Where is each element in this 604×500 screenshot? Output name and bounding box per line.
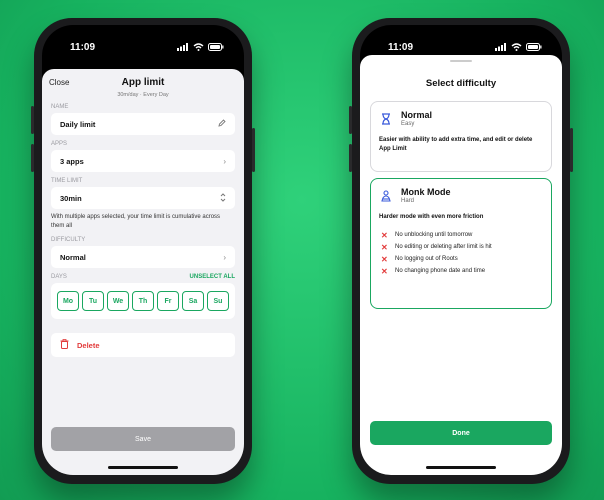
time-limit-value: 30min xyxy=(60,193,82,203)
monk-icon xyxy=(379,189,393,203)
time-limit-field[interactable]: 30min xyxy=(51,187,235,209)
name-label: NAME xyxy=(51,104,69,110)
delete-button[interactable]: Delete xyxy=(51,333,235,357)
day-toggle-su[interactable]: Su xyxy=(207,291,229,311)
home-indicator xyxy=(108,466,178,469)
rule-item: ✕ No changing phone date and time xyxy=(381,266,486,276)
days-picker: Mo Tu We Th Fr Sa Su xyxy=(51,283,235,319)
home-indicator xyxy=(426,466,496,469)
option-description: Easier with ability to add extra time, a… xyxy=(379,137,533,152)
time-limit-label: TIME LIMIT xyxy=(51,178,83,184)
difficulty-label: DIFFICULTY xyxy=(51,237,86,243)
chevron-right-icon: › xyxy=(223,156,226,166)
x-icon: ✕ xyxy=(381,254,388,264)
rules-list: ✕ No unblocking until tomorrow ✕ No editin… xyxy=(379,229,543,277)
hourglass-icon xyxy=(379,112,393,126)
day-toggle-fr[interactable]: Fr xyxy=(157,291,179,311)
day-toggle-th[interactable]: Th xyxy=(132,291,154,311)
day-toggle-sa[interactable]: Sa xyxy=(182,291,204,311)
x-icon: ✕ xyxy=(381,242,388,252)
dynamic-island xyxy=(112,34,174,52)
rule-item: ✕ No logging out of Roots xyxy=(381,254,458,264)
screen-right: 11:09 Select difficulty Normal Easy Easi… xyxy=(360,25,562,475)
select-difficulty-sheet: Select difficulty Normal Easy Easier wit… xyxy=(360,55,562,475)
page-title: App limit xyxy=(121,76,165,88)
dynamic-island xyxy=(430,34,492,52)
name-value: Daily limit xyxy=(60,119,96,129)
signal-icon xyxy=(177,43,188,51)
phone-right: 11:09 Select difficulty Normal Easy Easi… xyxy=(349,18,573,484)
pencil-icon xyxy=(218,119,226,129)
screen-left: 11:09 Close App limit 30m/day · Every Da… xyxy=(42,25,244,475)
option-name: Monk Mode xyxy=(401,187,451,197)
close-button[interactable]: Close xyxy=(49,78,69,87)
time-limit-note: With multiple apps selected, your time l… xyxy=(51,214,221,229)
day-toggle-we[interactable]: We xyxy=(107,291,129,311)
apps-value: 3 apps xyxy=(60,156,84,166)
sheet-grabber[interactable] xyxy=(450,60,472,62)
option-description: Harder mode with even more friction xyxy=(379,214,484,220)
rule-item: ✕ No unblocking until tomorrow xyxy=(381,230,473,240)
difficulty-value: Normal xyxy=(60,252,86,262)
clock: 11:09 xyxy=(70,41,96,53)
difficulty-option-normal[interactable]: Normal Easy Easier with ability to add e… xyxy=(370,101,552,172)
wifi-icon xyxy=(193,43,204,51)
updown-chevron-icon xyxy=(220,192,226,204)
apps-label: APPS xyxy=(51,141,68,147)
days-header: DAYS UNSELECT ALL xyxy=(51,274,244,280)
wifi-icon xyxy=(511,43,522,51)
option-level: Easy xyxy=(401,121,415,127)
rule-item: ✕ No editing or deleting after limit is h… xyxy=(381,242,492,252)
x-icon: ✕ xyxy=(381,230,388,240)
battery-icon xyxy=(208,43,224,51)
trash-icon xyxy=(60,339,69,351)
clock: 11:09 xyxy=(388,41,414,53)
apps-field[interactable]: 3 apps › xyxy=(51,150,235,172)
option-name: Normal xyxy=(401,110,433,120)
unselect-all-button[interactable]: UNSELECT ALL xyxy=(190,274,235,280)
sheet-title: Select difficulty xyxy=(425,78,497,89)
app-limit-sheet: Close App limit 30m/day · Every Day NAME… xyxy=(42,69,244,475)
battery-icon xyxy=(526,43,542,51)
signal-icon xyxy=(495,43,506,51)
day-toggle-tu[interactable]: Tu xyxy=(82,291,104,311)
difficulty-option-monk[interactable]: Monk Mode Hard Harder mode with even mor… xyxy=(370,178,552,309)
delete-label: Delete xyxy=(77,340,100,350)
difficulty-field[interactable]: Normal › xyxy=(51,246,235,268)
option-level: Hard xyxy=(401,198,415,204)
days-label: DAYS xyxy=(51,274,67,280)
chevron-right-icon: › xyxy=(223,252,226,262)
save-button[interactable]: Save xyxy=(51,427,235,451)
name-field[interactable]: Daily limit xyxy=(51,113,235,135)
done-button[interactable]: Done xyxy=(370,421,552,445)
phone-left: 11:09 Close App limit 30m/day · Every Da… xyxy=(31,18,255,484)
x-icon: ✕ xyxy=(381,266,388,276)
day-toggle-mo[interactable]: Mo xyxy=(57,291,79,311)
